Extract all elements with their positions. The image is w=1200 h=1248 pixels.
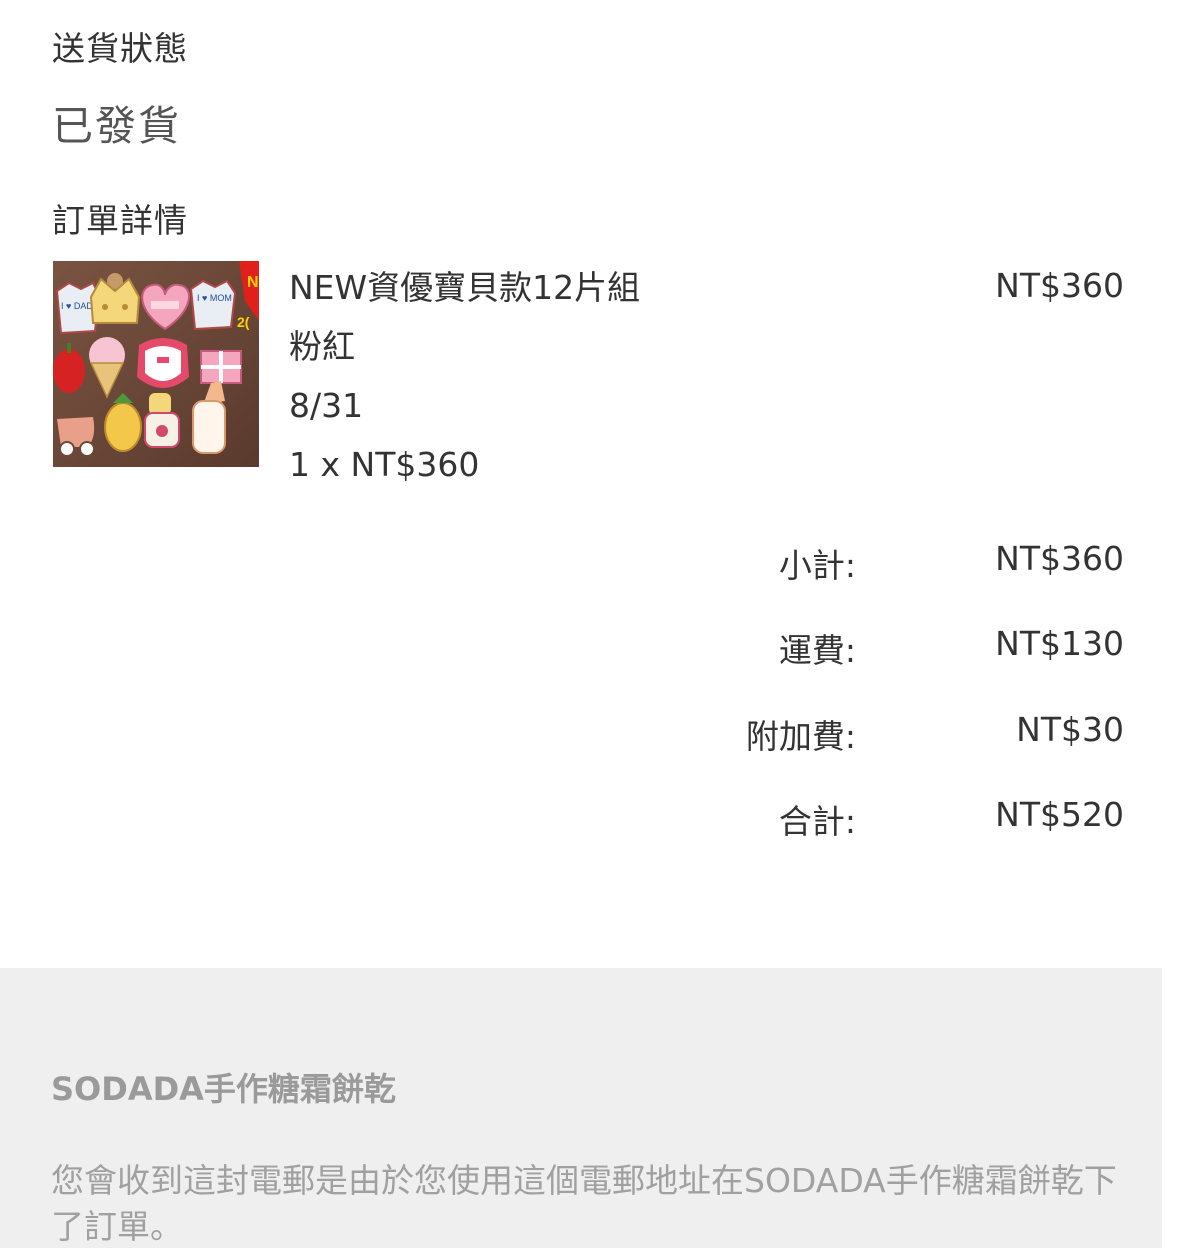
corner-badge-text: N — [247, 274, 259, 291]
footer-shop-name: SODADA手作糖霜餅乾 — [51, 1070, 396, 1108]
mom-tag-text: I ♥ MOM — [197, 293, 232, 303]
dad-tag-text: I ♥ DAD — [61, 301, 93, 311]
product-variant: 粉紅 — [289, 327, 355, 366]
product-quantity-price: 1 x NT$360 — [289, 445, 480, 484]
order-details-heading: 訂單詳情 — [52, 201, 188, 240]
total-label: 合計: — [778, 802, 856, 841]
shipping-value: NT$130 — [995, 624, 1124, 663]
product-info: NEW資優寶貝款12片組 粉紅 8/31 1 x NT$360 — [289, 264, 809, 500]
onesie-mom-cookie: I ♥ MOM — [189, 279, 237, 331]
email-footer: SODADA手作糖霜餅乾 您會收到這封電郵是由於您使用這個電郵地址在SODADA… — [0, 968, 1162, 1248]
bib-cookie — [137, 338, 189, 388]
extra-fee-value: NT$30 — [1016, 710, 1124, 749]
product-date: 8/31 — [289, 386, 364, 425]
product-name[interactable]: NEW資優寶貝款12片組 — [289, 264, 809, 323]
product-line-price: NT$360 — [995, 266, 1124, 305]
gift-box-cookie — [200, 350, 242, 384]
delivery-status-heading: 送貨狀態 — [52, 29, 188, 68]
shipping-row: 運費: NT$130 — [600, 624, 1124, 670]
extra-fee-label: 附加費: — [745, 717, 856, 756]
corner-number-text: 2( — [237, 314, 250, 330]
cookie-set-illustration: N 2( I ♥ DAD I ♥ MOM — [53, 261, 259, 467]
subtotal-value: NT$360 — [995, 539, 1124, 578]
subtotal-row: 小計: NT$360 — [600, 539, 1124, 585]
product-image[interactable]: N 2( I ♥ DAD I ♥ MOM — [53, 261, 259, 467]
total-value: NT$520 — [995, 795, 1124, 834]
total-row: 合計: NT$520 — [600, 795, 1124, 841]
delivery-status-value: 已發貨 — [52, 102, 181, 150]
shipping-label: 運費: — [778, 631, 856, 670]
footer-note: 您會收到這封電郵是由於您使用這個電郵地址在SODADA手作糖霜餅乾下了訂單。 — [51, 1161, 1117, 1246]
order-email-page: 送貨狀態 已發貨 訂單詳情 N 2( I ♥ DAD I ♥ MOM NEW資優… — [0, 0, 1200, 1248]
extra-fee-row: 附加費: NT$30 — [600, 710, 1124, 756]
subtotal-label: 小計: — [778, 546, 856, 585]
